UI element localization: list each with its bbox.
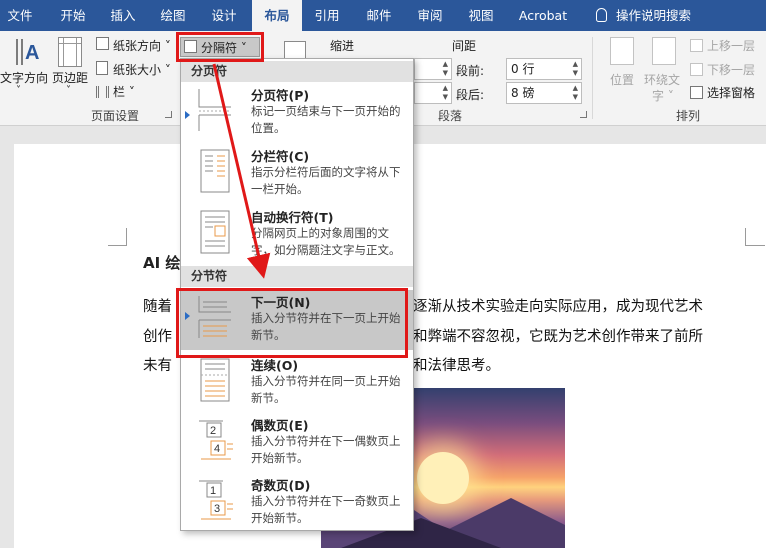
indent-label: 缩进 xyxy=(330,39,355,53)
position-button[interactable]: 位置 xyxy=(610,71,634,88)
tab-layout[interactable]: 布局 xyxy=(252,0,302,31)
bring-forward-icon xyxy=(690,39,703,52)
menu-item-desc: 标记一页结束与下一页开始的位置。 xyxy=(251,104,401,135)
doc-text-line: 和法律思考。 xyxy=(413,358,500,374)
send-backward-button[interactable]: 下移一层 xyxy=(707,61,755,78)
text-direction-button[interactable]: 文字方向 xyxy=(0,69,48,86)
ribbon-tab-bar: 文件 开始 插入 绘图 设计 布局 引用 邮件 审阅 视图 Acrobat 操作… xyxy=(0,0,766,31)
space-after-label: 段后: xyxy=(456,88,485,102)
send-backward-icon xyxy=(690,63,703,76)
menu-item-desc: 插入分节符并在下一奇数页上开始新节。 xyxy=(251,494,401,525)
tab-insert[interactable]: 插入 xyxy=(102,0,144,31)
group-separator xyxy=(592,37,593,119)
crop-mark xyxy=(108,245,126,246)
crop-mark xyxy=(126,228,127,246)
odd-page-icon: 1 3 xyxy=(199,480,233,520)
indent-left-field[interactable]: ▲ ▼ xyxy=(414,58,452,80)
spacing-label: 间距 xyxy=(452,39,477,53)
crop-mark xyxy=(745,245,765,246)
svg-text:2: 2 xyxy=(210,425,216,437)
paper-size-button[interactable]: 纸张大小 ˅ xyxy=(113,61,171,78)
menu-item-even-page[interactable]: 2 4 偶数页(E) 插入分节符并在下一偶数页上开始新节。 xyxy=(181,413,413,471)
selection-pane-button[interactable]: 选择窗格 xyxy=(707,84,755,101)
text-direction-arrow: ˅ xyxy=(16,85,21,96)
space-before-field[interactable]: 0 行 ▲ ▼ xyxy=(506,58,582,80)
tab-view[interactable]: 视图 xyxy=(460,0,502,31)
margins-arrow: ˅ xyxy=(66,85,71,96)
menu-item-desc: 分隔网页上的对象周围的文字，如分隔题注文字与正文。 xyxy=(251,226,401,257)
lightbulb-icon xyxy=(596,8,607,22)
doc-text-line: 逐渐从技术实验走向实际应用，成为现代艺术 xyxy=(413,299,703,315)
tab-acrobat[interactable]: Acrobat xyxy=(512,0,574,31)
menu-item-page-break[interactable]: 分页符(P) 标记一页结束与下一页开始的位置。 xyxy=(181,83,413,141)
space-after-field[interactable]: 8 磅 ▲ ▼ xyxy=(506,82,582,104)
svg-text:4: 4 xyxy=(214,443,220,455)
indent-right-field[interactable]: ▲ ▼ xyxy=(414,82,452,104)
margins-button[interactable]: 页边距 xyxy=(52,69,88,86)
menu-item-desc: 插入分节符并在下一偶数页上开始新节。 xyxy=(251,434,401,465)
bring-forward-button[interactable]: 上移一层 xyxy=(707,37,755,54)
menu-item-text-wrapping-break[interactable]: 自动换行符(T) 分隔网页上的对象周围的文字，如分隔题注文字与正文。 xyxy=(181,205,413,265)
wrap-text-button[interactable]: 环绕文 xyxy=(644,71,680,88)
tab-mailings[interactable]: 邮件 xyxy=(358,0,400,31)
tell-me-search[interactable]: 操作说明搜索 xyxy=(616,0,706,31)
tab-review[interactable]: 审阅 xyxy=(409,0,451,31)
continuous-icon xyxy=(200,358,230,402)
page-setup-launcher[interactable] xyxy=(165,111,172,118)
tab-draw[interactable]: 绘图 xyxy=(152,0,194,31)
space-before-value: 0 行 xyxy=(511,62,535,76)
page-setup-label: 页面设置 xyxy=(91,109,140,123)
doc-heading: AI 绘 xyxy=(143,254,181,272)
menu-item-odd-page[interactable]: 1 3 奇数页(D) 插入分节符并在下一奇数页上开始新节。 xyxy=(181,473,413,531)
columns-button[interactable]: 栏 ˅ xyxy=(113,83,135,100)
space-after-value: 8 磅 xyxy=(511,86,535,100)
menu-item-title: 分栏符(C) xyxy=(251,149,310,164)
doc-text-line: 未有 xyxy=(143,358,172,374)
margins-icon xyxy=(58,37,82,67)
selection-pane-icon xyxy=(690,86,703,99)
svg-text:A: A xyxy=(25,42,39,64)
doc-text-line: 创作 xyxy=(143,329,172,345)
page-break-icon xyxy=(198,89,231,131)
doc-text-line: 随着 xyxy=(143,299,172,315)
menu-item-column-break[interactable]: 分栏符(C) 指示分栏符后面的文字将从下一栏开始。 xyxy=(181,144,413,202)
menu-item-desc: 插入分节符并在同一页上开始新节。 xyxy=(251,374,401,405)
default-marker-icon xyxy=(185,111,190,119)
orientation-button[interactable]: 纸张方向 ˅ xyxy=(113,37,171,54)
doc-text-line: 和弊端不容忽视，它既为艺术创作带来了前所 xyxy=(413,329,703,345)
wrap-text-icon xyxy=(652,37,676,65)
text-wrapping-break-icon xyxy=(200,210,230,254)
paper-size-icon xyxy=(96,61,108,75)
paragraph-label: 段落 xyxy=(438,109,463,123)
section-breaks-header: 分节符 xyxy=(181,266,413,287)
menu-item-title: 奇数页(D) xyxy=(251,478,311,493)
column-break-icon xyxy=(200,149,230,193)
position-icon xyxy=(610,37,634,65)
text-direction-icon: A xyxy=(16,39,39,65)
tab-design[interactable]: 设计 xyxy=(203,0,245,31)
tab-home[interactable]: 开始 xyxy=(52,0,94,31)
arrange-label: 排列 xyxy=(676,109,701,123)
menu-item-title: 偶数页(E) xyxy=(251,418,309,433)
tab-file[interactable]: 文件 xyxy=(0,0,40,31)
menu-item-desc: 指示分栏符后面的文字将从下一栏开始。 xyxy=(251,165,401,196)
orientation-icon xyxy=(96,37,109,50)
space-before-label: 段前: xyxy=(456,64,485,78)
menu-item-title: 分页符(P) xyxy=(251,88,310,103)
menu-item-continuous[interactable]: 连续(O) 插入分节符并在同一页上开始新节。 xyxy=(181,353,413,411)
svg-text:1: 1 xyxy=(210,485,216,497)
annotation-box-breaks xyxy=(176,32,264,62)
paragraph-launcher[interactable] xyxy=(580,111,587,118)
wrap-text-button-line2: 字 ˅ xyxy=(652,89,674,103)
even-page-icon: 2 4 xyxy=(199,420,233,460)
tab-references[interactable]: 引用 xyxy=(306,0,348,31)
page-breaks-header: 分页符 xyxy=(181,61,413,82)
menu-item-title: 自动换行符(T) xyxy=(251,210,334,225)
crop-mark xyxy=(745,228,746,246)
columns-icon xyxy=(96,86,109,98)
annotation-box-next-page xyxy=(176,288,408,358)
svg-text:3: 3 xyxy=(214,503,220,515)
